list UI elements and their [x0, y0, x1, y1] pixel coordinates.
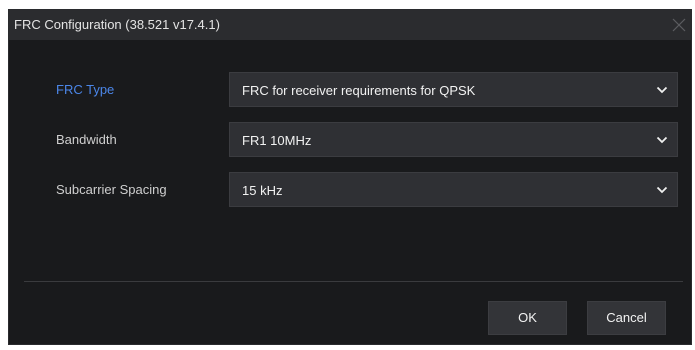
bandwidth-label: Bandwidth	[56, 132, 117, 147]
chevron-down-icon	[656, 85, 668, 95]
subcarrier-spacing-label: Subcarrier Spacing	[56, 182, 167, 197]
ok-button[interactable]: OK	[488, 301, 567, 335]
frc-type-label: FRC Type	[56, 82, 115, 97]
chevron-down-icon	[656, 135, 668, 145]
subcarrier-spacing-value: 15 kHz	[242, 183, 283, 198]
frc-configuration-dialog: FRC Configuration (38.521 v17.4.1) FRC T…	[8, 9, 692, 345]
chevron-down-icon	[656, 185, 668, 195]
dialog-title: FRC Configuration (38.521 v17.4.1)	[14, 17, 220, 32]
frc-type-value: FRC for receiver requirements for QPSK	[242, 83, 476, 98]
bandwidth-value: FR1 10MHz	[242, 133, 312, 148]
frc-type-select[interactable]: FRC for receiver requirements for QPSK	[229, 72, 678, 107]
cancel-button[interactable]: Cancel	[587, 301, 666, 335]
subcarrier-spacing-select[interactable]: 15 kHz	[229, 172, 678, 207]
bandwidth-select[interactable]: FR1 10MHz	[229, 122, 678, 157]
dialog-titlebar: FRC Configuration (38.521 v17.4.1)	[9, 10, 691, 40]
bandwidth-row: Bandwidth FR1 10MHz	[9, 122, 691, 157]
frc-type-row: FRC Type FRC for receiver requirements f…	[9, 72, 691, 107]
close-icon[interactable]	[667, 13, 691, 37]
footer-divider	[24, 281, 683, 282]
subcarrier-spacing-row: Subcarrier Spacing 15 kHz	[9, 172, 691, 207]
